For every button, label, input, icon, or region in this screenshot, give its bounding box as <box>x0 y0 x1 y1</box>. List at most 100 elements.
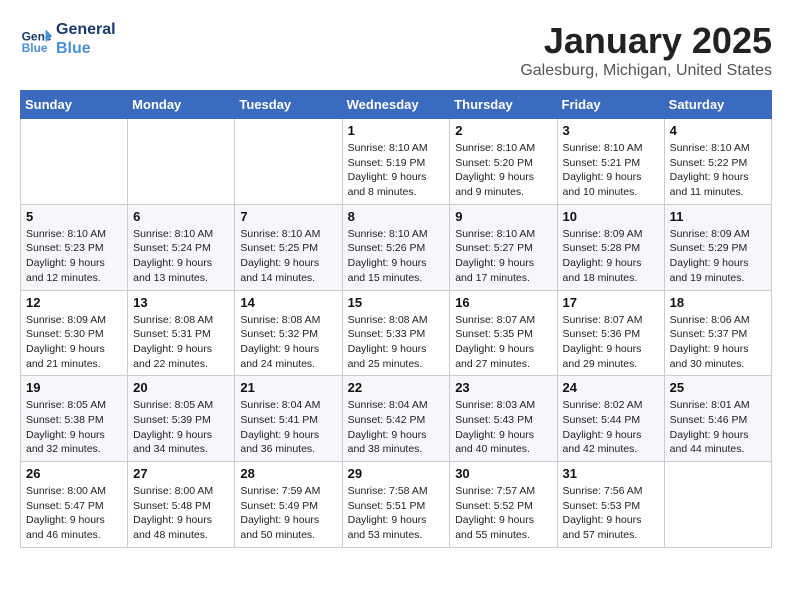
day-number: 8 <box>348 209 445 224</box>
day-number: 3 <box>563 123 659 138</box>
calendar-cell: 8 Sunrise: 8:10 AM Sunset: 5:26 PM Daylig… <box>342 204 450 290</box>
calendar-cell: 7Sunrise: 8:10 AM Sunset: 5:25 PM Daylig… <box>235 204 342 290</box>
day-info: Sunrise: 8:00 AM Sunset: 5:48 PM Dayligh… <box>133 484 229 543</box>
calendar-week-row: 5Sunrise: 8:10 AM Sunset: 5:23 PM Daylig… <box>21 204 772 290</box>
day-number: 10 <box>563 209 659 224</box>
weekday-header: Wednesday <box>342 91 450 119</box>
day-info: Sunrise: 8:09 AM Sunset: 5:28 PM Dayligh… <box>563 227 659 286</box>
day-info: Sunrise: 8:07 AM Sunset: 5:35 PM Dayligh… <box>455 313 551 372</box>
calendar-cell: 19 Sunrise: 8:05 AM Sunset: 5:38 PM Dayli… <box>21 376 128 462</box>
day-number: 9 <box>455 209 551 224</box>
day-info: Sunrise: 8:00 AM Sunset: 5:47 PM Dayligh… <box>26 484 122 543</box>
logo-blue: Blue <box>56 39 116 58</box>
day-number: 19 <box>26 380 122 395</box>
title-block: January 2025 Galesburg, Michigan, United… <box>520 20 772 80</box>
day-info: Sunrise: 8:10 AM Sunset: 5:21 PM Dayligh… <box>563 141 659 200</box>
calendar-cell: 28 Sunrise: 7:59 AM Sunset: 5:49 PM Dayli… <box>235 462 342 548</box>
month-title: January 2025 <box>520 20 772 62</box>
day-info: Sunrise: 8:10 AM Sunset: 5:22 PM Dayligh… <box>670 141 766 200</box>
day-number: 20 <box>133 380 229 395</box>
day-info: Sunrise: 7:56 AM Sunset: 5:53 PM Dayligh… <box>563 484 659 543</box>
calendar-cell: 23 Sunrise: 8:03 AM Sunset: 5:43 PM Dayli… <box>450 376 557 462</box>
day-info: Sunrise: 7:59 AM Sunset: 5:49 PM Dayligh… <box>240 484 336 543</box>
calendar-cell <box>128 119 235 205</box>
page-header: General Blue General Blue January 2025 G… <box>20 20 772 80</box>
calendar-cell: 29 Sunrise: 7:58 AM Sunset: 5:51 PM Dayli… <box>342 462 450 548</box>
calendar-cell: 17 Sunrise: 8:07 AM Sunset: 5:36 PM Dayli… <box>557 290 664 376</box>
calendar-week-row: 1 Sunrise: 8:10 AM Sunset: 5:19 PM Daylig… <box>21 119 772 205</box>
day-info: Sunrise: 8:02 AM Sunset: 5:44 PM Dayligh… <box>563 398 659 457</box>
day-number: 18 <box>670 295 766 310</box>
day-number: 11 <box>670 209 766 224</box>
calendar-cell: 21Sunrise: 8:04 AM Sunset: 5:41 PM Dayli… <box>235 376 342 462</box>
svg-text:Blue: Blue <box>22 41 48 55</box>
day-number: 1 <box>348 123 445 138</box>
day-number: 28 <box>240 466 336 481</box>
calendar-cell: 9 Sunrise: 8:10 AM Sunset: 5:27 PM Daylig… <box>450 204 557 290</box>
day-number: 25 <box>670 380 766 395</box>
day-number: 12 <box>26 295 122 310</box>
day-info: Sunrise: 8:08 AM Sunset: 5:32 PM Dayligh… <box>240 313 336 372</box>
calendar-cell <box>664 462 771 548</box>
day-number: 7 <box>240 209 336 224</box>
calendar-cell: 3 Sunrise: 8:10 AM Sunset: 5:21 PM Daylig… <box>557 119 664 205</box>
calendar-week-row: 26 Sunrise: 8:00 AM Sunset: 5:47 PM Dayli… <box>21 462 772 548</box>
calendar-cell: 14Sunrise: 8:08 AM Sunset: 5:32 PM Dayli… <box>235 290 342 376</box>
weekday-header: Friday <box>557 91 664 119</box>
calendar-cell <box>21 119 128 205</box>
day-number: 13 <box>133 295 229 310</box>
calendar-cell: 2 Sunrise: 8:10 AM Sunset: 5:20 PM Daylig… <box>450 119 557 205</box>
day-number: 24 <box>563 380 659 395</box>
day-info: Sunrise: 8:10 AM Sunset: 5:20 PM Dayligh… <box>455 141 551 200</box>
day-number: 22 <box>348 380 445 395</box>
day-info: Sunrise: 8:10 AM Sunset: 5:27 PM Dayligh… <box>455 227 551 286</box>
calendar-cell: 11Sunrise: 8:09 AM Sunset: 5:29 PM Dayli… <box>664 204 771 290</box>
weekday-header: Thursday <box>450 91 557 119</box>
calendar-cell: 12 Sunrise: 8:09 AM Sunset: 5:30 PM Dayli… <box>21 290 128 376</box>
day-number: 27 <box>133 466 229 481</box>
day-number: 29 <box>348 466 445 481</box>
logo-icon: General Blue <box>20 23 52 55</box>
logo-general: General <box>56 20 116 39</box>
day-number: 30 <box>455 466 551 481</box>
weekday-header: Tuesday <box>235 91 342 119</box>
weekday-header: Monday <box>128 91 235 119</box>
day-info: Sunrise: 8:10 AM Sunset: 5:19 PM Dayligh… <box>348 141 445 200</box>
day-info: Sunrise: 8:03 AM Sunset: 5:43 PM Dayligh… <box>455 398 551 457</box>
day-info: Sunrise: 7:57 AM Sunset: 5:52 PM Dayligh… <box>455 484 551 543</box>
calendar-cell: 6 Sunrise: 8:10 AM Sunset: 5:24 PM Daylig… <box>128 204 235 290</box>
calendar-cell: 5Sunrise: 8:10 AM Sunset: 5:23 PM Daylig… <box>21 204 128 290</box>
calendar-cell: 22Sunrise: 8:04 AM Sunset: 5:42 PM Dayli… <box>342 376 450 462</box>
day-info: Sunrise: 8:09 AM Sunset: 5:30 PM Dayligh… <box>26 313 122 372</box>
day-info: Sunrise: 8:10 AM Sunset: 5:26 PM Dayligh… <box>348 227 445 286</box>
calendar-cell: 26 Sunrise: 8:00 AM Sunset: 5:47 PM Dayli… <box>21 462 128 548</box>
calendar-cell: 31 Sunrise: 7:56 AM Sunset: 5:53 PM Dayli… <box>557 462 664 548</box>
day-info: Sunrise: 8:06 AM Sunset: 5:37 PM Dayligh… <box>670 313 766 372</box>
day-number: 4 <box>670 123 766 138</box>
day-number: 26 <box>26 466 122 481</box>
calendar-table: SundayMondayTuesdayWednesdayThursdayFrid… <box>20 90 772 548</box>
calendar-cell: 16Sunrise: 8:07 AM Sunset: 5:35 PM Dayli… <box>450 290 557 376</box>
calendar-cell: 30 Sunrise: 7:57 AM Sunset: 5:52 PM Dayli… <box>450 462 557 548</box>
day-info: Sunrise: 8:07 AM Sunset: 5:36 PM Dayligh… <box>563 313 659 372</box>
day-number: 17 <box>563 295 659 310</box>
calendar-cell: 4 Sunrise: 8:10 AM Sunset: 5:22 PM Daylig… <box>664 119 771 205</box>
calendar-week-row: 19 Sunrise: 8:05 AM Sunset: 5:38 PM Dayli… <box>21 376 772 462</box>
calendar-cell: 10 Sunrise: 8:09 AM Sunset: 5:28 PM Dayli… <box>557 204 664 290</box>
day-number: 2 <box>455 123 551 138</box>
day-number: 5 <box>26 209 122 224</box>
day-info: Sunrise: 8:05 AM Sunset: 5:38 PM Dayligh… <box>26 398 122 457</box>
day-number: 23 <box>455 380 551 395</box>
day-info: Sunrise: 8:04 AM Sunset: 5:41 PM Dayligh… <box>240 398 336 457</box>
calendar-cell: 1 Sunrise: 8:10 AM Sunset: 5:19 PM Daylig… <box>342 119 450 205</box>
day-number: 15 <box>348 295 445 310</box>
weekday-header: Sunday <box>21 91 128 119</box>
day-info: Sunrise: 7:58 AM Sunset: 5:51 PM Dayligh… <box>348 484 445 543</box>
day-info: Sunrise: 8:10 AM Sunset: 5:24 PM Dayligh… <box>133 227 229 286</box>
day-number: 6 <box>133 209 229 224</box>
weekday-header: Saturday <box>664 91 771 119</box>
calendar-cell: 27 Sunrise: 8:00 AM Sunset: 5:48 PM Dayli… <box>128 462 235 548</box>
calendar-header: SundayMondayTuesdayWednesdayThursdayFrid… <box>21 91 772 119</box>
day-number: 31 <box>563 466 659 481</box>
calendar-cell: 25Sunrise: 8:01 AM Sunset: 5:46 PM Dayli… <box>664 376 771 462</box>
